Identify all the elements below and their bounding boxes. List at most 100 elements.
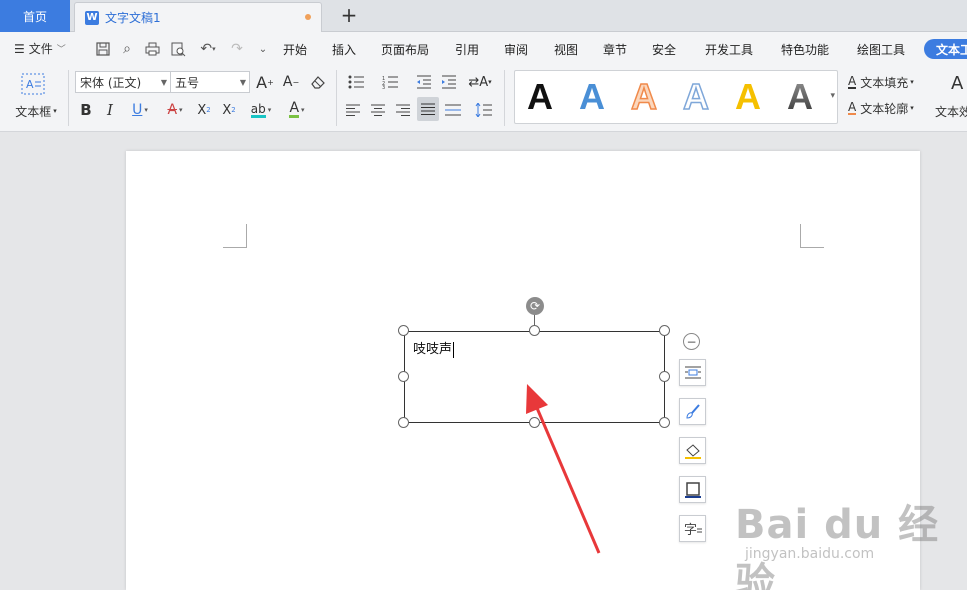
- decrease-indent-icon[interactable]: [413, 72, 435, 92]
- resize-handle-top-left[interactable]: [398, 325, 409, 336]
- italic-button[interactable]: I: [101, 100, 119, 120]
- text-char-icon: 字: [684, 523, 702, 538]
- align-left-icon[interactable]: [343, 100, 363, 120]
- text-style-yellow[interactable]: A: [733, 76, 765, 125]
- text-style-black[interactable]: A: [525, 76, 557, 125]
- grow-font-icon[interactable]: A +: [254, 72, 276, 92]
- menu-view[interactable]: 视图: [554, 41, 578, 58]
- justify-icon[interactable]: [417, 97, 439, 121]
- tab-document[interactable]: W 文字文稿1: [74, 2, 322, 32]
- customize-toolbar-icon[interactable]: ⌄: [254, 40, 272, 58]
- increase-indent-icon[interactable]: [438, 72, 460, 92]
- text-fill-button[interactable]: A 文本填充 ▾: [848, 73, 928, 91]
- text-box-text: 吱吱声: [413, 342, 453, 357]
- menu-page-layout[interactable]: 页面布局: [381, 41, 429, 58]
- text-fill-icon: A: [848, 74, 857, 89]
- align-center-icon[interactable]: [368, 100, 388, 120]
- new-tab-button[interactable]: +: [338, 3, 360, 27]
- text-style-orange[interactable]: A: [629, 75, 661, 125]
- menu-insert[interactable]: 插入: [332, 41, 356, 58]
- bold-button[interactable]: B: [77, 100, 95, 120]
- print-icon[interactable]: [143, 40, 161, 58]
- resize-handle-bottom-left[interactable]: [398, 417, 409, 428]
- outline-icon: [684, 481, 701, 498]
- strikethrough-button[interactable]: A ▾: [160, 100, 190, 120]
- font-color-button[interactable]: A ▾: [282, 100, 312, 120]
- text-style-gallery: A A A A A A ▾: [514, 70, 838, 124]
- clear-format-icon[interactable]: [307, 72, 329, 92]
- textbox-icon[interactable]: A: [20, 72, 46, 96]
- gallery-expand-icon[interactable]: ▾: [830, 91, 835, 101]
- watermark-brand: Bai du 经验: [735, 502, 940, 590]
- hamburger-icon: ☰: [14, 41, 25, 56]
- text-outline-icon: A: [848, 100, 857, 115]
- text-box[interactable]: 吱吱声: [404, 331, 665, 423]
- text-wrap-button[interactable]: 字: [679, 515, 706, 542]
- text-style-outline-blue[interactable]: A: [681, 75, 713, 125]
- align-right-icon[interactable]: [393, 100, 413, 120]
- shape-outline-button[interactable]: [679, 476, 706, 503]
- resize-handle-right[interactable]: [659, 371, 670, 382]
- menu-text-tools[interactable]: 文本工: [924, 39, 967, 59]
- text-outline-label: 文本轮廓: [860, 101, 909, 116]
- resize-handle-bottom[interactable]: [529, 417, 540, 428]
- svg-text:A: A: [579, 77, 605, 117]
- menu-bar: ☰ 文件 ﹀ ⌕ ↶ ▾ ↷ ⌄ 开始 插入 页面布局 引用 审阅 视图 章节 安…: [0, 32, 967, 66]
- highlight-button[interactable]: ab ▾: [246, 100, 276, 120]
- menu-features[interactable]: 特色功能: [781, 41, 829, 58]
- text-box-content[interactable]: 吱吱声: [413, 338, 455, 358]
- font-name-select[interactable]: 宋体 (正文) ▼: [75, 71, 171, 93]
- underline-button[interactable]: U ▾: [125, 100, 155, 120]
- resize-handle-left[interactable]: [398, 371, 409, 382]
- numbering-icon[interactable]: 123: [378, 72, 406, 92]
- shape-style-button[interactable]: [679, 398, 706, 425]
- shape-fill-button[interactable]: [679, 437, 706, 464]
- text-outline-button[interactable]: A 文本轮廓 ▾: [848, 99, 928, 117]
- wps-writer-icon: W: [85, 10, 99, 25]
- menu-developer[interactable]: 开发工具: [705, 41, 753, 58]
- redo-icon[interactable]: ↷: [228, 40, 246, 58]
- menu-references[interactable]: 引用: [455, 41, 479, 58]
- undo-icon[interactable]: ↶ ▾: [195, 40, 221, 58]
- fill-bucket-icon: [684, 443, 701, 459]
- resize-handle-top-right[interactable]: [659, 325, 670, 336]
- file-menu[interactable]: ☰ 文件 ﹀: [14, 40, 66, 57]
- text-style-blue[interactable]: A: [577, 76, 609, 125]
- format-painter-icon[interactable]: ⌕: [118, 40, 136, 58]
- chevron-down-icon: ▼: [239, 78, 246, 87]
- baidu-watermark: Bai du 经验 jingyan.baidu.com: [735, 482, 965, 590]
- distribute-icon[interactable]: [443, 100, 463, 120]
- menu-drawing-tools[interactable]: 绘图工具: [857, 41, 905, 58]
- text-direction-icon[interactable]: ⇄A ▾: [466, 72, 494, 92]
- font-size-select[interactable]: 五号 ▼: [170, 71, 250, 93]
- shrink-font-icon[interactable]: A −: [280, 72, 302, 92]
- file-menu-label: 文件: [28, 42, 53, 56]
- superscript-button[interactable]: X2: [194, 100, 214, 120]
- svg-text:3: 3: [382, 85, 385, 89]
- menu-security[interactable]: 安全: [652, 41, 676, 58]
- watermark-url: jingyan.baidu.com: [745, 546, 875, 562]
- unsaved-dot-icon: [305, 14, 311, 20]
- divider: [504, 70, 505, 126]
- print-preview-icon[interactable]: [169, 40, 187, 58]
- save-icon[interactable]: [94, 40, 112, 58]
- text-style-gray[interactable]: A: [785, 76, 817, 125]
- resize-handle-bottom-right[interactable]: [659, 417, 670, 428]
- bullets-icon[interactable]: [344, 72, 372, 92]
- resize-handle-top[interactable]: [529, 325, 540, 336]
- textbox-button[interactable]: 文本框 ▾: [8, 102, 64, 120]
- subscript-button[interactable]: X2: [219, 100, 239, 120]
- menu-chapter[interactable]: 章节: [603, 41, 627, 58]
- menu-review[interactable]: 审阅: [504, 41, 528, 58]
- tab-home[interactable]: 首页: [0, 0, 70, 32]
- text-effect-icon[interactable]: A: [951, 72, 967, 94]
- rotate-handle-icon[interactable]: ⟳: [526, 297, 544, 315]
- svg-text:A: A: [527, 77, 553, 117]
- layout-options-button[interactable]: [679, 359, 706, 386]
- line-spacing-icon[interactable]: [470, 100, 498, 120]
- text-effect-label[interactable]: 文本效: [935, 103, 967, 119]
- collapse-toolbar-icon[interactable]: −: [683, 333, 700, 350]
- tab-bar: 首页 W 文字文稿1 +: [0, 0, 967, 32]
- svg-text:A: A: [683, 77, 709, 117]
- menu-start[interactable]: 开始: [283, 41, 307, 58]
